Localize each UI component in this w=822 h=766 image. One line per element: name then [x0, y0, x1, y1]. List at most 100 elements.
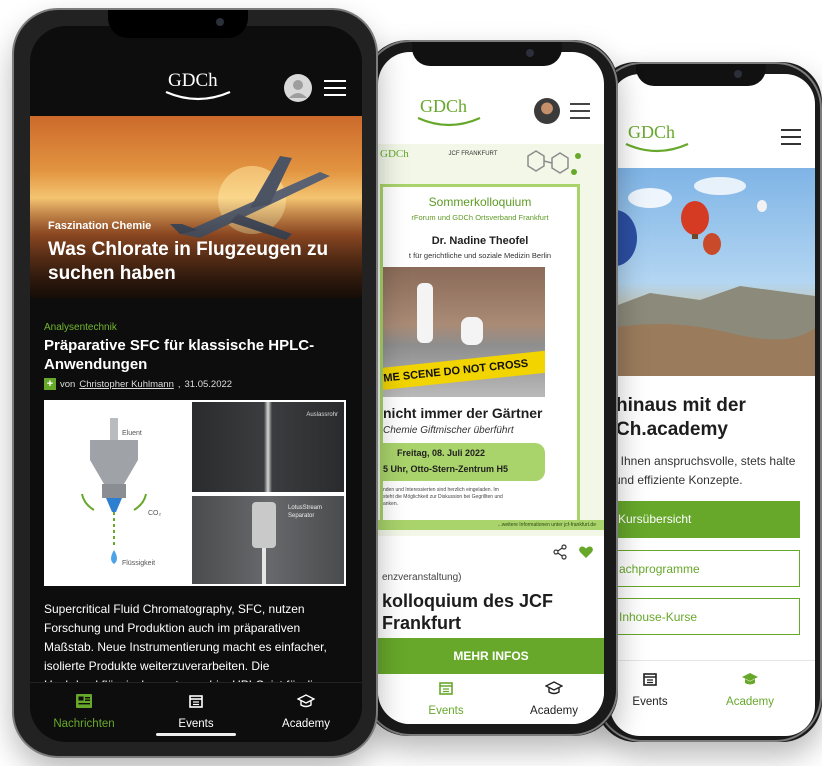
nav-news[interactable]: Nachrichten: [44, 693, 124, 730]
nav-label: Events: [428, 705, 464, 717]
graduation-cap-icon: [296, 694, 316, 708]
nav-academy[interactable]: Academy: [266, 693, 346, 730]
poster-small-text: nden und Interessierten sind herzlich ei…: [383, 487, 503, 507]
camera-icon: [216, 18, 224, 26]
gdch-logo[interactable]: GDCh: [414, 92, 484, 136]
poster-logo: GDCh: [380, 148, 409, 160]
article-date: 31.05.2022: [184, 378, 233, 390]
share-icon[interactable]: [552, 544, 568, 560]
molecule-icon: [527, 150, 581, 175]
investigator-figure: [417, 283, 433, 343]
nav-events[interactable]: Events: [406, 680, 486, 717]
poster-event-name: Sommerkolloquium: [428, 195, 532, 209]
nav-label: Academy: [530, 705, 578, 717]
svg-text:GDCh: GDCh: [420, 96, 467, 116]
user-avatar-icon[interactable]: [284, 74, 312, 102]
hero-teaser[interactable]: Faszination Chemie Was Chlorate in Flugz…: [30, 116, 362, 298]
plus-icon: +: [44, 378, 56, 390]
crime-tape: ME SCENE DO NOT CROSS: [383, 349, 545, 391]
notch: [636, 62, 766, 86]
notch: [412, 40, 562, 66]
article-body: Supercritical Fluid Chromatography, SFC,…: [44, 602, 327, 692]
calendar-icon: [643, 673, 657, 686]
poster-date-box: Freitag, 08. Juli 2022 5 Uhr, Otto-Stern…: [383, 443, 545, 481]
crime-scene-photo: ME SCENE DO NOT CROSS: [383, 267, 545, 397]
heart-icon[interactable]: [578, 544, 594, 560]
menu-icon[interactable]: [780, 128, 802, 146]
nav-academy[interactable]: Academy: [710, 671, 790, 708]
bottom-nav: Events Academy: [610, 660, 815, 714]
poster-headline: nicht immer der Gärtner: [383, 405, 543, 421]
outlet-photo: Auslassrohr: [192, 402, 344, 492]
poster-frame: Sommerkolloquium rForum und GDCh Ortsver…: [380, 184, 580, 529]
label-liquid: Flüssigkeit: [122, 560, 156, 567]
poster-place: 5 Uhr, Otto-Stern-Zentrum H5: [383, 464, 509, 474]
label-co2: CO₂: [148, 510, 162, 517]
hero-title[interactable]: Was Chlorate in Flugzeugen zu suchen hab…: [48, 238, 348, 286]
byline-prefix: von: [60, 378, 76, 390]
article-category: Analysentechnik: [44, 322, 117, 333]
newspaper-icon: [76, 694, 92, 708]
academy-title: hinaus mit der Ch.academy: [616, 395, 746, 440]
separator-photo: LotusStream Separator: [192, 496, 344, 584]
event-title: kolloquium des JCF Frankfurt: [382, 591, 554, 633]
poster-organizers: rForum und GDCh Ortsverband Frankfurt: [411, 213, 549, 222]
poster-speaker: Dr. Nadine Theofel: [431, 235, 529, 247]
bottom-nav: Events Academy: [378, 674, 604, 724]
graduation-cap-icon: [544, 681, 564, 695]
event-type: enzveranstaltung): [382, 572, 462, 583]
menu-icon[interactable]: [324, 79, 346, 97]
menu-icon[interactable]: [570, 102, 590, 120]
gdch-logo[interactable]: GDCh: [622, 118, 692, 162]
camera-icon: [526, 49, 534, 57]
nav-events[interactable]: Events: [610, 671, 690, 708]
article-byline: + von Christopher Kuhlmann, 31.05.2022: [44, 378, 232, 390]
bottom-nav: Nachrichten Events Academy: [30, 682, 362, 742]
nav-label: Academy: [282, 718, 330, 730]
balloon-landscape-image: [610, 168, 815, 376]
academy-text: t Ihnen anspruchsvolle, stets halte und …: [614, 454, 796, 487]
phone-academy: GDCh hinaus mit der Ch.academy t Ihnen a…: [596, 62, 822, 742]
article-title[interactable]: Präparative SFC für klassische HPLC-Anwe…: [44, 336, 344, 374]
nav-label: Nachrichten: [53, 718, 115, 730]
app-header: GDCh: [610, 102, 815, 168]
svg-text:GDCh: GDCh: [628, 122, 675, 142]
academy-screen: GDCh hinaus mit der Ch.academy t Ihnen a…: [610, 74, 815, 736]
label-separator: LotusStream Separator: [288, 505, 323, 519]
poster-date: Freitag, 08. Juli 2022: [397, 448, 486, 458]
article-figure: Eluent CO₂ Flüssigkeit Auslassrohr Lotus…: [44, 400, 346, 586]
poster-affiliation: t für gerichtliche und soziale Medizin B…: [408, 251, 552, 260]
home-indicator[interactable]: [156, 733, 236, 736]
course-overview-button[interactable]: Kursübersicht: [610, 501, 800, 538]
news-screen: GDCh Faszination Chemie Was Chlorate in …: [30, 26, 362, 742]
phone-news: GDCh Faszination Chemie Was Chlorate in …: [12, 8, 378, 758]
hero-kicker: Faszination Chemie: [48, 220, 152, 232]
nav-academy[interactable]: Academy: [514, 680, 594, 717]
calendar-icon: [439, 682, 453, 695]
poster-footer: ...weitere Informationen unter jcf-frank…: [378, 520, 604, 530]
specialist-programs-button[interactable]: achprogramme: [610, 550, 800, 587]
label-eluent: Eluent: [122, 430, 142, 437]
more-info-button[interactable]: MEHR INFOS: [378, 638, 604, 674]
sfc-nozzle-diagram: [81, 418, 147, 564]
inhouse-courses-button[interactable]: Inhouse-Kurse: [610, 598, 800, 635]
app-header: GDCh: [30, 58, 362, 118]
nav-label: Events: [632, 696, 668, 708]
calendar-icon: [189, 695, 203, 708]
nav-label: Events: [178, 718, 214, 730]
events-screen: GDCh GDCh JCF FRANKFURT Sommerkolloquium…: [378, 52, 604, 724]
event-poster[interactable]: GDCh JCF FRANKFURT Sommerkolloquium rFor…: [378, 144, 604, 536]
gdch-logo[interactable]: GDCh: [162, 66, 234, 110]
avatar[interactable]: [534, 98, 560, 124]
app-header: GDCh: [378, 82, 604, 142]
author-link[interactable]: Christopher Kuhlmann: [79, 379, 174, 390]
event-actions: [378, 540, 604, 564]
nav-label: Academy: [726, 696, 774, 708]
nav-events[interactable]: Events: [156, 693, 236, 730]
poster-subheadline: Chemie Giftmischer überführt: [383, 425, 514, 436]
label-outlet: Auslassrohr: [306, 412, 338, 418]
svg-text:GDCh: GDCh: [168, 70, 218, 91]
phone-events: GDCh GDCh JCF FRANKFURT Sommerkolloquium…: [364, 40, 618, 736]
investigator-figure: [461, 317, 483, 345]
graduation-cap-icon: [742, 673, 758, 685]
